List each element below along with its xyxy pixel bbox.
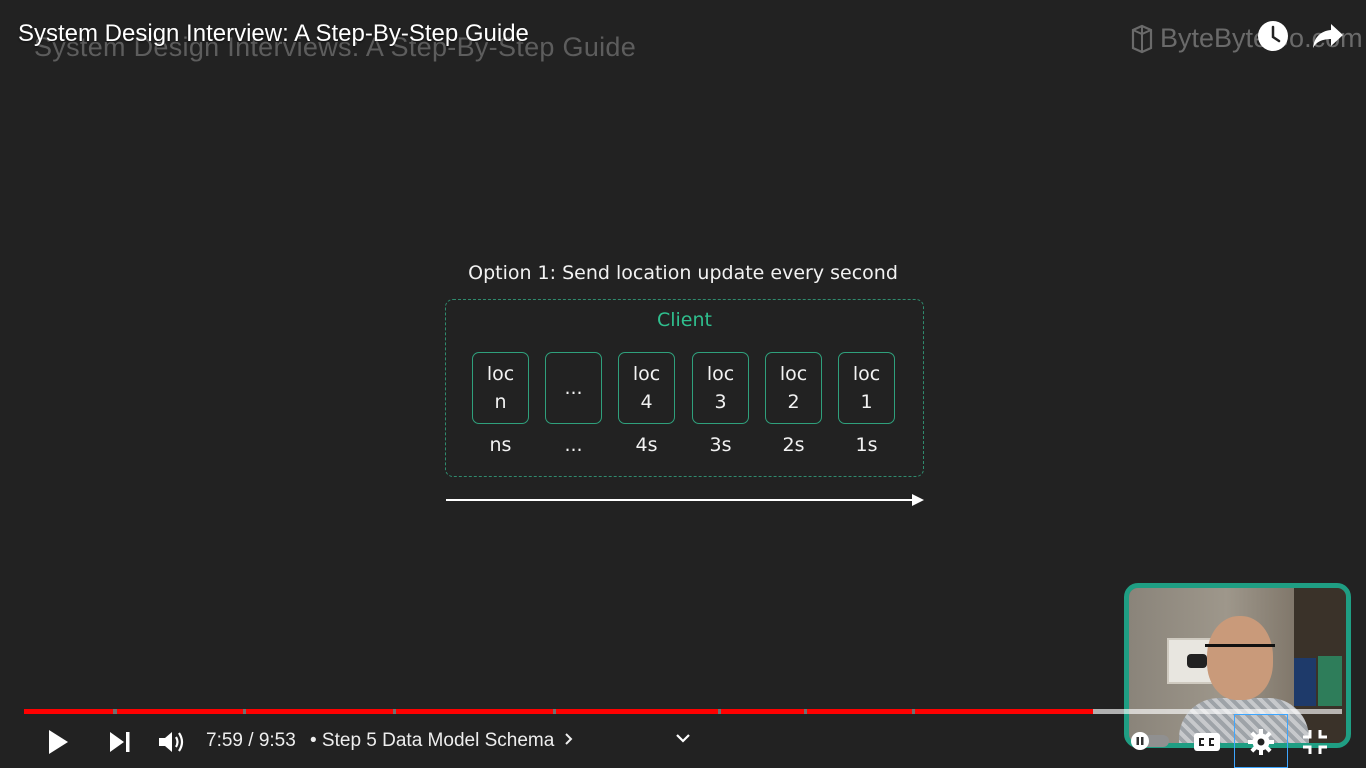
chapter-segment-current[interactable]: [915, 709, 1093, 714]
share-button[interactable]: [1310, 18, 1346, 54]
progress-remaining[interactable]: [1093, 709, 1342, 714]
chapter-segment[interactable]: [117, 709, 243, 714]
time-label: ns: [489, 434, 512, 456]
control-bar: 7:59 / 9:53 • Step 5 Data Model Schema: [0, 714, 1366, 768]
captions-button[interactable]: [1185, 722, 1229, 762]
chevron-down-icon: [676, 734, 690, 743]
play-icon: [49, 730, 68, 754]
chapter-dropdown-button[interactable]: [661, 718, 705, 758]
timeline-arrow: [446, 494, 924, 506]
autoplay-toggle-icon: [1131, 732, 1169, 750]
time-label: 1s: [855, 434, 878, 456]
watch-later-button[interactable]: [1255, 18, 1291, 54]
next-button[interactable]: [98, 722, 142, 762]
time-label: 4s: [635, 434, 658, 456]
chapter-segment[interactable]: [246, 709, 393, 714]
client-label: Client: [656, 309, 712, 331]
time-display: 7:59 / 9:53: [206, 730, 296, 751]
ellipsis-box: ...: [545, 352, 602, 424]
location-box: loc 1: [838, 352, 895, 424]
client-box: Client loc n ... loc 4 loc 3 loc 2 loc 1…: [445, 299, 924, 477]
bytebytego-logo-icon: [1131, 24, 1153, 53]
clock-icon: [1258, 21, 1288, 51]
autoplay-toggle[interactable]: [1129, 731, 1171, 751]
volume-icon: [159, 732, 184, 752]
focus-outline: [1234, 714, 1288, 768]
next-icon: [110, 732, 130, 752]
chapter-segment[interactable]: [721, 709, 804, 714]
time-label: 2s: [782, 434, 805, 456]
chevron-right-icon: [564, 733, 572, 745]
chapter-title-text[interactable]: • Step 5 Data Model Schema: [310, 730, 554, 751]
video-player[interactable]: System Design Interviews: A Step-By-Step…: [0, 0, 1366, 768]
progress-bar[interactable]: [24, 709, 1342, 714]
captions-icon: [1194, 733, 1220, 751]
video-title[interactable]: System Design Interview: A Step-By-Step …: [18, 20, 529, 48]
exit-fullscreen-icon: [1303, 730, 1327, 754]
location-box: loc 2: [765, 352, 822, 424]
exit-fullscreen-button[interactable]: [1293, 722, 1337, 762]
location-box: loc 3: [692, 352, 749, 424]
time-label: ...: [564, 434, 583, 456]
option-title: Option 1: Send location update every sec…: [468, 262, 898, 284]
chapter-segment[interactable]: [556, 709, 718, 714]
share-icon: [1313, 24, 1343, 48]
volume-button[interactable]: [150, 722, 194, 762]
location-box: loc 4: [618, 352, 675, 424]
chapter-segment[interactable]: [24, 709, 113, 714]
chapter-segment[interactable]: [807, 709, 912, 714]
chapter-segment[interactable]: [396, 709, 553, 714]
location-box: loc n: [472, 352, 529, 424]
play-button[interactable]: [36, 722, 80, 762]
time-label: 3s: [709, 434, 732, 456]
chapter-title[interactable]: • Step 5 Data Model Schema: [310, 730, 574, 752]
presenter: [1207, 616, 1273, 700]
youtube-plaque-icon: [1187, 654, 1207, 668]
